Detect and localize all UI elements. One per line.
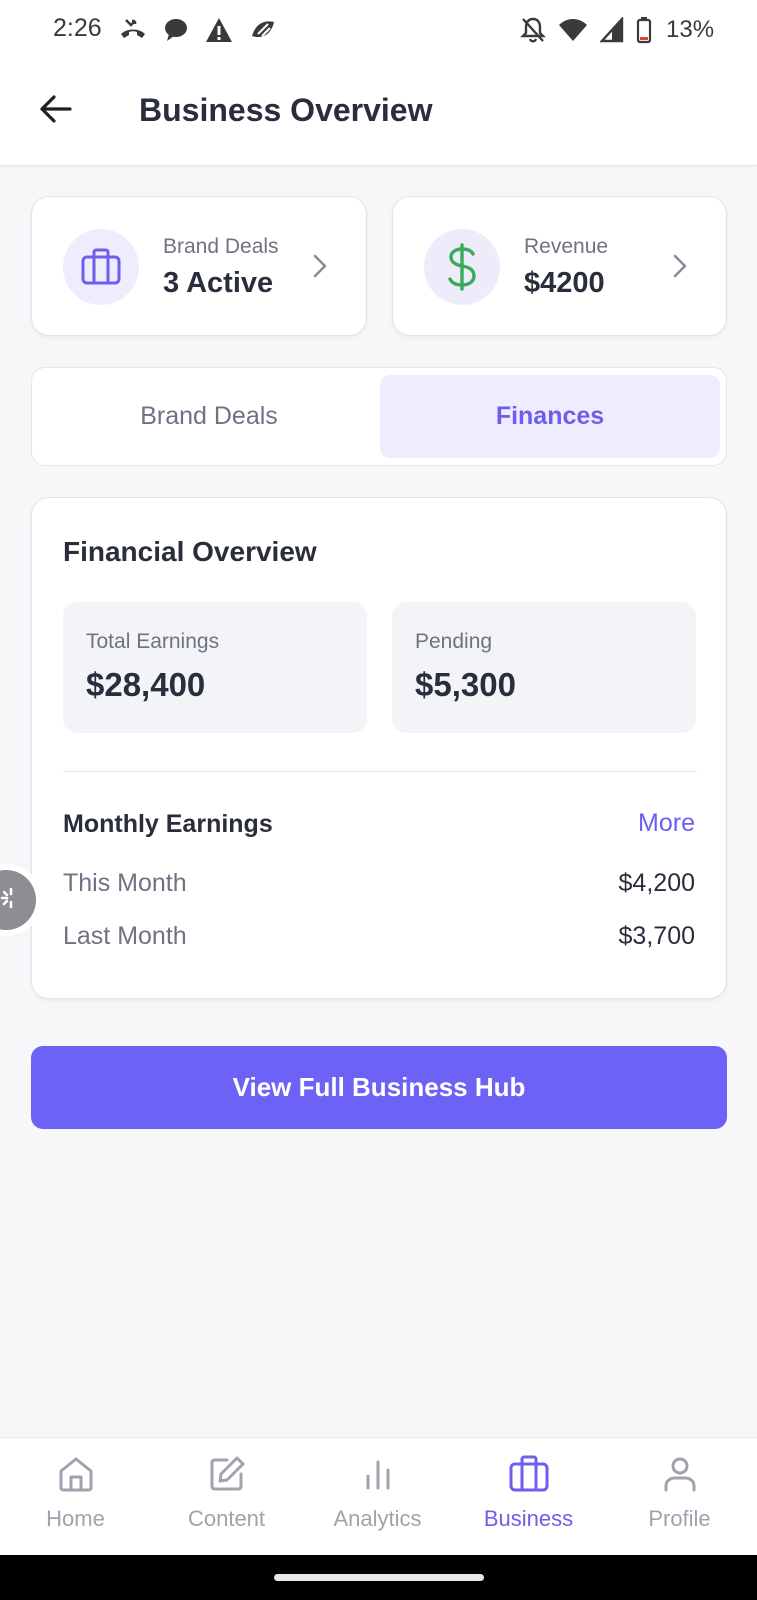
section-tabs: Brand Deals Finances [31, 367, 727, 466]
nav-home[interactable]: Home [0, 1438, 151, 1556]
tab-finances[interactable]: Finances [380, 375, 720, 458]
tab-brand-deals[interactable]: Brand Deals [39, 375, 379, 458]
system-navigation-bar [0, 1555, 757, 1600]
sparkle-icon [0, 883, 21, 918]
pending-label: Pending [415, 630, 493, 653]
brand-deals-value: 3 Active [163, 267, 274, 299]
battery-percentage: 13% [666, 16, 715, 43]
signal-icon [600, 17, 624, 43]
chat-bubble-icon [162, 16, 190, 44]
bottom-navigation: Home Content Analytics Business Profile [0, 1437, 757, 1555]
notifications-off-icon [520, 16, 546, 44]
missed-call-icon [118, 16, 148, 44]
warning-icon [204, 16, 234, 44]
status-right-icons: 13% [520, 16, 714, 44]
nav-profile[interactable]: Profile [604, 1438, 755, 1556]
brand-deals-label: Brand Deals [163, 235, 279, 258]
status-time: 2:26 [53, 14, 102, 42]
total-earnings-box: Total Earnings $28,400 [63, 602, 367, 733]
financial-overview-title: Financial Overview [63, 536, 317, 567]
edit-icon [207, 1454, 247, 1499]
home-gesture-pill[interactable] [274, 1574, 484, 1581]
status-bar: 2:26 13% [0, 0, 757, 62]
nav-profile-label: Profile [648, 1506, 711, 1531]
nav-analytics[interactable]: Analytics [302, 1438, 453, 1556]
brand-deals-summary-card[interactable]: Brand Deals 3 Active [31, 196, 367, 336]
nav-content[interactable]: Content [151, 1438, 302, 1556]
total-earnings-value: $28,400 [86, 666, 206, 703]
nav-business-label: Business [483, 1506, 574, 1531]
nav-business[interactable]: Business [453, 1438, 604, 1556]
last-month-value: $3,700 [618, 922, 695, 950]
page-title: Business Overview [139, 92, 433, 128]
this-month-label: This Month [63, 869, 187, 897]
last-month-label: Last Month [63, 922, 187, 950]
bar-chart-icon [358, 1454, 398, 1499]
more-link[interactable]: More [638, 809, 695, 838]
chevron-right-icon [672, 253, 688, 284]
briefcase-icon [508, 1454, 550, 1499]
battery-low-icon [636, 16, 652, 44]
app-bar: Business Overview [0, 62, 757, 166]
divider [63, 771, 697, 772]
status-left-icons [118, 16, 278, 44]
user-icon [660, 1454, 700, 1499]
view-full-business-hub-button[interactable]: View Full Business Hub [31, 1046, 727, 1129]
chevron-right-icon [312, 253, 328, 284]
this-month-value: $4,200 [618, 869, 695, 897]
pending-value: $5,300 [415, 666, 516, 703]
back-button[interactable] [34, 90, 76, 132]
financial-overview-card: Financial Overview Total Earnings $28,40… [31, 497, 727, 999]
pending-box: Pending $5,300 [392, 602, 696, 733]
arrow-left-icon [38, 94, 72, 129]
briefcase-icon [63, 229, 139, 305]
wifi-icon [558, 17, 588, 43]
nav-analytics-label: Analytics [333, 1506, 422, 1531]
total-earnings-label: Total Earnings [86, 630, 220, 653]
nav-home-label: Home [46, 1506, 105, 1531]
revenue-label: Revenue [524, 235, 609, 258]
home-icon [56, 1454, 96, 1499]
monthly-earnings-title: Monthly Earnings [63, 810, 273, 838]
revenue-value: $4200 [524, 267, 605, 299]
nav-content-label: Content [187, 1506, 266, 1531]
dollar-icon [424, 229, 500, 305]
revenue-summary-card[interactable]: Revenue $4200 [392, 196, 727, 336]
app-notification-icon [248, 16, 278, 44]
